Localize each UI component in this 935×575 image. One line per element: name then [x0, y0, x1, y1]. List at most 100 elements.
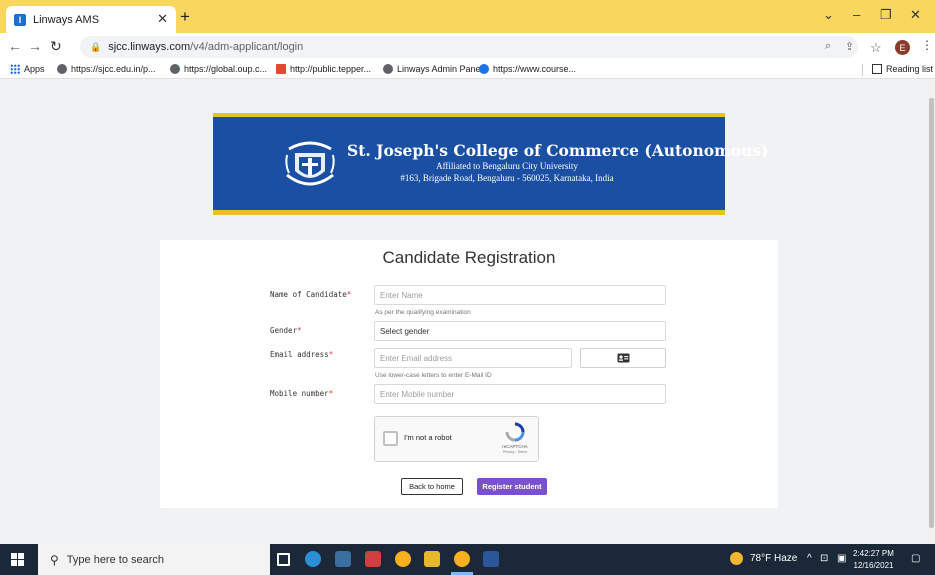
tray-chevron-icon[interactable]: ^: [807, 553, 812, 564]
id-card-icon: [617, 353, 629, 363]
close-tab-icon[interactable]: ✕: [157, 11, 168, 27]
name-hint: As per the qualifying examination: [375, 309, 471, 316]
reading-list-label: Reading list: [886, 64, 934, 74]
gender-label-text: Gender: [270, 326, 298, 335]
profile-avatar[interactable]: E: [895, 40, 910, 55]
college-banner: St. Joseph's College of Commerce (Autono…: [213, 113, 768, 215]
gender-select[interactable]: Select gender: [374, 321, 666, 341]
reading-list-icon: [872, 64, 882, 74]
address-bar[interactable]: 🔒 sjcc.linways.com/v4/adm-applicant/logi…: [80, 36, 858, 58]
keyboard-icon[interactable]: ▣: [837, 553, 846, 564]
windows-start-icon[interactable]: [11, 553, 24, 566]
captcha-brand: reCAPTCHA: [502, 444, 528, 449]
name-label: Name of Candidate*: [270, 290, 351, 299]
minimize-icon[interactable]: –: [853, 7, 860, 22]
apps-grid-icon: [10, 64, 20, 74]
name-label-text: Name of Candidate: [270, 290, 347, 299]
tab-strip: l Linways AMS ✕ + ⌄ – ❐ ✕: [0, 0, 935, 33]
reading-list-button[interactable]: Reading list: [872, 64, 933, 74]
globe-icon: [57, 64, 67, 74]
email-label-text: Email address: [270, 350, 329, 359]
college-name: St. Joseph's College of Commerce (Autono…: [347, 141, 769, 160]
required-mark: *: [346, 290, 352, 299]
taskbar-clock[interactable]: 2:42:27 PM 12/16/2021: [853, 548, 894, 572]
bookmark-label: https://global.oup.c...: [184, 64, 268, 74]
browser-tab[interactable]: l Linways AMS ✕: [6, 6, 176, 33]
url-path: /v4/adm-applicant/login: [190, 41, 304, 53]
clock-date: 12/16/2021: [853, 561, 894, 570]
lock-icon: 🔒: [90, 41, 102, 52]
chrome-icon[interactable]: [395, 551, 411, 567]
college-crest-icon: [285, 141, 335, 186]
close-window-icon[interactable]: ✕: [910, 7, 921, 23]
bookmark-apps[interactable]: Apps: [10, 64, 45, 74]
chrome-active-icon[interactable]: [454, 551, 470, 567]
bookmark-label: Linways Admin Panel: [397, 64, 483, 74]
calculator-icon[interactable]: [335, 551, 351, 567]
new-tab-icon[interactable]: +: [180, 7, 190, 27]
task-view-icon[interactable]: [277, 553, 290, 566]
bookmarks-divider: [862, 64, 863, 76]
edge-icon[interactable]: [305, 551, 321, 567]
media-app-icon[interactable]: [365, 551, 381, 567]
required-mark: *: [328, 389, 334, 398]
bookmark-label: https://sjcc.edu.in/p...: [71, 64, 156, 74]
forward-icon[interactable]: →: [28, 38, 42, 54]
mobile-input[interactable]: Enter Mobile number: [374, 384, 666, 404]
bookmark-label: Apps: [24, 64, 45, 74]
url-host: sjcc.linways.com: [108, 41, 191, 53]
tab-search-icon[interactable]: ⌄: [823, 7, 834, 23]
captcha-checkbox[interactable]: [383, 431, 398, 446]
coursera-icon: [479, 64, 489, 74]
bookmark-label: http://public.tepper...: [290, 64, 372, 74]
bookmarks-bar: Apps https://sjcc.edu.in/p... https://gl…: [0, 61, 935, 79]
page-content: St. Joseph's College of Commerce (Autono…: [0, 80, 928, 544]
bookmark-star-icon[interactable]: ☆: [870, 40, 882, 56]
form-title: Candidate Registration: [382, 248, 556, 267]
zoom-icon[interactable]: ⌕: [825, 40, 831, 53]
globe-icon: [170, 64, 180, 74]
toolbar: ← → ↻ 🔒 sjcc.linways.com/v4/adm-applican…: [0, 33, 935, 61]
back-icon[interactable]: ←: [8, 38, 22, 54]
taskbar-search[interactable]: ⚲ Type here to search: [38, 544, 270, 575]
mobile-label-text: Mobile number: [270, 389, 329, 398]
captcha-label: I'm not a robot: [404, 433, 452, 442]
globe-icon: [383, 64, 393, 74]
bookmark-sjcc[interactable]: https://sjcc.edu.in/p...: [57, 64, 156, 74]
email-input[interactable]: Enter Email address: [374, 348, 572, 368]
weather-text[interactable]: 78°F Haze: [750, 553, 797, 564]
bookmark-tepper[interactable]: http://public.tepper...: [276, 64, 371, 74]
bookmark-oup[interactable]: https://global.oup.c...: [170, 64, 267, 74]
mobile-label: Mobile number*: [270, 389, 333, 398]
name-input[interactable]: Enter Name: [374, 285, 666, 305]
linways-favicon-icon: l: [14, 13, 26, 26]
recaptcha-logo-icon: [505, 422, 525, 442]
word-icon[interactable]: [483, 551, 499, 567]
back-to-home-button[interactable]: Back to home: [401, 478, 463, 495]
windows-taskbar: ⚲ Type here to search 78°F Haze ^ ⊡ ▣ 2:…: [0, 544, 935, 575]
tepper-icon: [276, 64, 286, 74]
tab-title: Linways AMS: [33, 13, 100, 26]
bookmark-linways-admin[interactable]: Linways Admin Panel: [383, 64, 483, 74]
registration-card: Candidate Registration Name of Candidate…: [160, 240, 778, 508]
required-mark: *: [328, 350, 334, 359]
register-student-button[interactable]: Register student: [477, 478, 547, 495]
required-mark: *: [297, 326, 302, 335]
maximize-icon[interactable]: ❐: [880, 7, 892, 23]
scrollbar-thumb[interactable]: [929, 98, 934, 528]
notifications-icon[interactable]: ▢: [911, 553, 920, 564]
email-label: Email address*: [270, 350, 333, 359]
clock-time: 2:42:27 PM: [853, 549, 894, 558]
file-explorer-icon[interactable]: [424, 551, 440, 567]
share-icon[interactable]: ⇪: [845, 40, 854, 53]
network-icon[interactable]: ⊡: [820, 553, 828, 564]
id-card-button[interactable]: [580, 348, 666, 368]
reload-icon[interactable]: ↻: [50, 38, 62, 55]
search-icon: ⚲: [50, 552, 59, 567]
taskbar-search-placeholder: Type here to search: [66, 553, 165, 566]
captcha-terms[interactable]: Privacy - Terms: [495, 450, 535, 454]
menu-icon[interactable]: ⋮: [921, 38, 933, 52]
weather-icon[interactable]: [730, 552, 743, 565]
bookmark-course[interactable]: https://www.course...: [479, 64, 576, 74]
email-hint: Use lower-case letters to enter E-Mail I…: [375, 372, 492, 379]
